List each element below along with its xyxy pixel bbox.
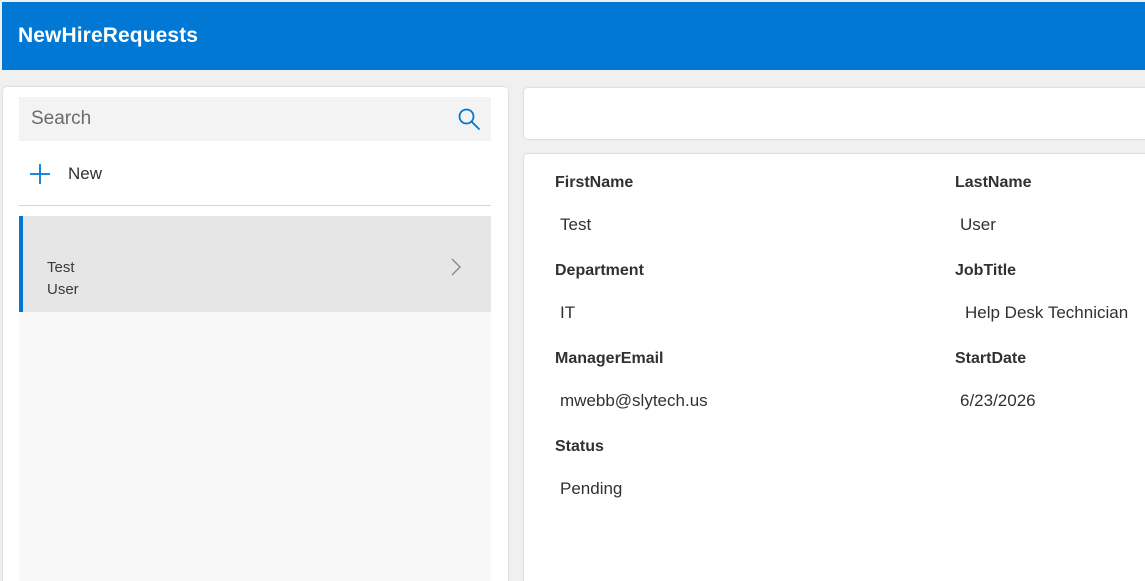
gallery-item-last-name: User [47,281,79,298]
firstname-label: FirstName [555,174,634,191]
lastname-value: User [960,215,996,234]
status-value: Pending [560,479,623,498]
firstname-value: Test [560,215,592,234]
chevron-right-icon[interactable] [449,256,463,278]
new-button-label: New [68,164,103,183]
app-title: NewHireRequests [18,24,199,47]
browse-panel: New Test User [3,87,508,581]
divider [19,205,491,206]
manageremail-label: ManagerEmail [555,350,664,367]
app-screen: NewHireRequests New Test User [0,0,1145,581]
detail-toolbar [524,88,1145,139]
department-label: Department [555,262,644,279]
gallery-item[interactable]: Test User [19,216,491,312]
jobtitle-label: JobTitle [955,262,1017,279]
startdate-label: StartDate [955,350,1027,367]
search-icon[interactable] [457,107,481,131]
gallery-item-first-name: Test [47,259,75,276]
search-box[interactable] [19,97,491,141]
startdate-value: 6/23/2026 [960,391,1036,410]
detail-form: FirstName Test LastName User Department … [524,154,1145,581]
manageremail-value: mwebb@slytech.us [560,391,708,410]
department-value: IT [560,303,576,322]
search-input[interactable] [19,108,439,130]
new-button[interactable]: New [27,157,102,191]
jobtitle-value: Help Desk Technician [965,303,1129,322]
app-header: NewHireRequests [2,2,1145,70]
plus-icon [30,164,50,184]
requests-gallery: Test User [19,216,491,581]
status-label: Status [555,438,604,455]
lastname-label: LastName [955,174,1032,191]
